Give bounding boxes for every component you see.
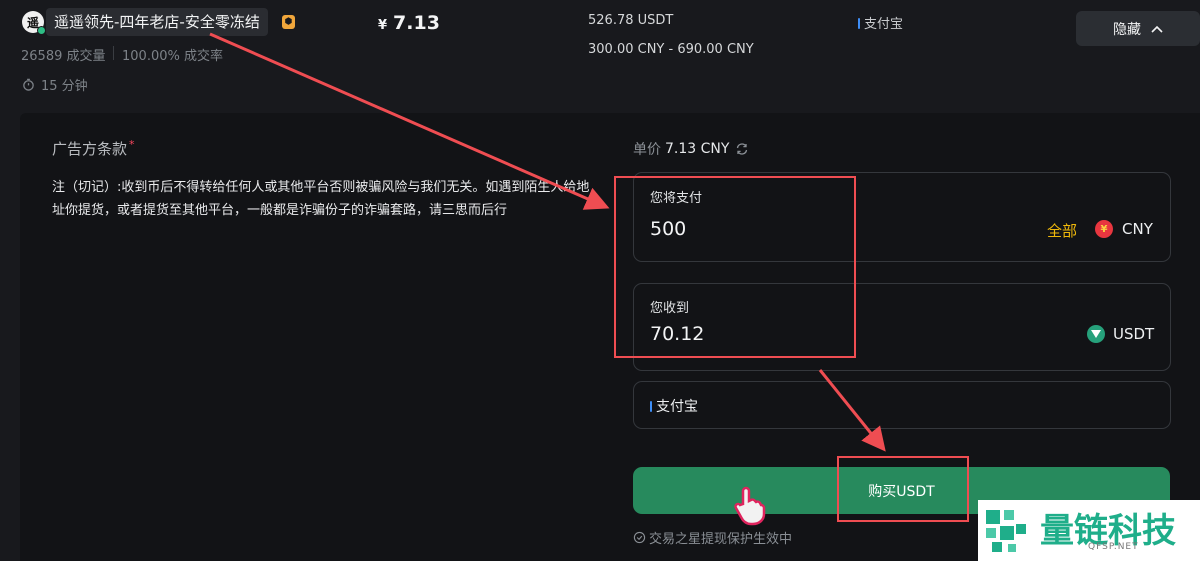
online-status-dot — [37, 26, 46, 35]
refresh-icon[interactable] — [735, 142, 749, 156]
protection-note-text: 交易之星提现保护生效中 — [649, 532, 793, 547]
available-amount: 526.78 USDT — [588, 13, 674, 28]
watermark-logo-icon — [986, 510, 1026, 552]
unit-price-label: 单价 — [633, 142, 661, 158]
hide-button-label: 隐藏 — [1113, 21, 1141, 38]
verified-badge-icon: ⬢ — [282, 15, 295, 29]
watermark-sub: QFSP.NET — [1088, 542, 1139, 552]
all-button[interactable]: 全部 — [1047, 220, 1077, 241]
listing-price: ¥7.13 — [378, 12, 440, 34]
required-mark: * — [129, 138, 135, 151]
terms-title: 广告方条款 * — [52, 138, 135, 159]
stopwatch-icon — [23, 78, 34, 91]
unit-price-value: 7.13 CNY — [665, 141, 730, 157]
divider — [113, 46, 114, 60]
shield-icon — [633, 531, 646, 544]
payment-method-text: 支付宝 — [864, 17, 904, 32]
merchant-name[interactable]: 遥遥领先-四年老店-安全零冻结 — [46, 8, 268, 36]
hand-cursor-icon — [734, 486, 766, 526]
pay-time-limit: 15 分钟 — [22, 75, 88, 94]
annotation-box-amounts — [614, 176, 856, 358]
completion-rate: 100.00% 成交率 — [122, 49, 223, 64]
cny-icon: ¥ — [1095, 220, 1113, 238]
pay-time-text: 15 分钟 — [41, 79, 88, 94]
receive-currency: USDT — [1113, 325, 1155, 343]
watermark-logo: 量链科技 QFSP.NET — [978, 500, 1200, 561]
terms-title-text: 广告方条款 — [52, 140, 128, 158]
unit-price: 单价 7.13 CNY — [633, 139, 749, 159]
terms-text: 注（切记）:收到币后不得转给任何人或其他平台否则被骗风险与我们无关。如遇到陌生人… — [52, 180, 590, 218]
payment-method-selected-text: 支付宝 — [656, 399, 698, 415]
price-symbol: ¥ — [378, 18, 388, 33]
payment-method-tag: 支付宝 — [858, 13, 903, 32]
price-value: 7.13 — [393, 12, 440, 34]
payment-marker-icon — [650, 401, 652, 412]
payment-marker-icon — [858, 18, 860, 29]
hide-button[interactable]: 隐藏 — [1076, 11, 1200, 46]
protection-note: 交易之星提现保护生效中 — [633, 528, 792, 547]
order-count: 26589 成交量 — [21, 49, 106, 64]
usdt-icon — [1087, 325, 1105, 343]
order-limit: 300.00 CNY - 690.00 CNY — [588, 42, 754, 57]
annotation-box-buy — [837, 456, 969, 522]
payment-method-selected: 支付宝 — [650, 396, 698, 416]
payment-method-select[interactable] — [633, 381, 1171, 429]
chevron-up-icon — [1151, 25, 1163, 33]
pay-currency: CNY — [1122, 220, 1153, 238]
